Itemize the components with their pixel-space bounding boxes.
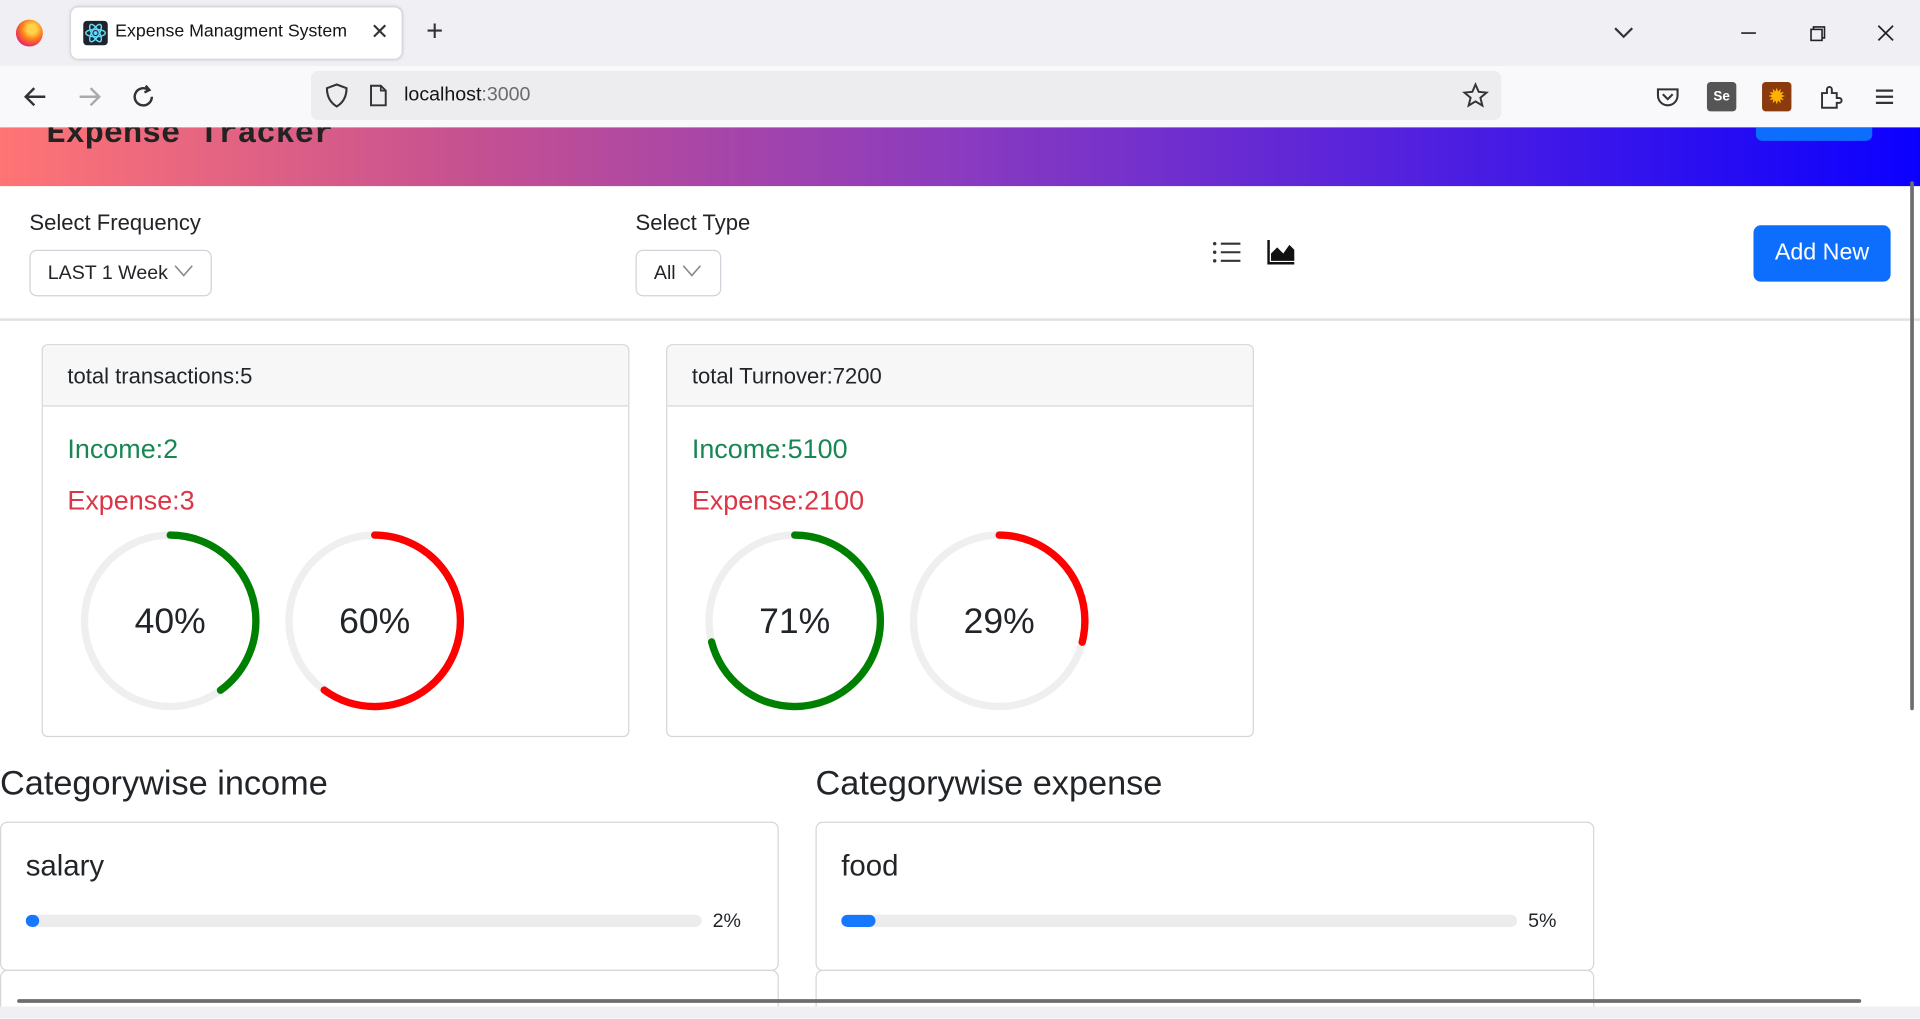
transactions-income: Income:2	[67, 433, 179, 465]
add-new-button[interactable]: Add New	[1753, 225, 1891, 282]
frequency-label: Select Frequency	[29, 210, 201, 236]
transactions-total: total transactions:5	[67, 363, 253, 389]
expense-category-card: food 5%	[815, 821, 1595, 972]
tab-close-icon[interactable]: ✕	[367, 18, 391, 45]
page-content: Expense Tracker Select Frequency LAST 1 …	[0, 127, 1920, 1019]
app-header: Expense Tracker	[0, 127, 1920, 187]
categorywise-income-title: Categorywise income	[0, 764, 328, 803]
extensions-puzzle-icon[interactable]	[1816, 82, 1845, 111]
browser-tab[interactable]: Expense Managment System ✕	[71, 7, 402, 59]
sun-extension-icon[interactable]: ✹	[1762, 82, 1792, 112]
area-chart-icon[interactable]	[1266, 238, 1298, 267]
reload-icon[interactable]	[127, 81, 159, 113]
url-text[interactable]: localhost:3000	[404, 84, 530, 106]
transactions-income-ring: 40%	[80, 531, 260, 711]
category-progress-bar	[841, 914, 1518, 927]
tab-list-chevron-icon[interactable]	[1609, 20, 1638, 47]
new-tab-icon[interactable]: +	[419, 17, 451, 49]
category-percent: 5%	[1528, 911, 1557, 932]
turnover-expense-percent: 29%	[964, 601, 1035, 641]
forward-arrow-icon[interactable]	[73, 81, 105, 113]
chevron-down-icon	[681, 261, 703, 281]
address-bar[interactable]: localhost:3000	[311, 71, 1502, 121]
turnover-summary-card: total Turnover:7200 Income:5100 Expense:…	[666, 344, 1254, 738]
menu-hamburger-icon[interactable]	[1870, 82, 1899, 111]
type-select-value: All	[653, 263, 676, 285]
browser-tabstrip: Expense Managment System ✕ +	[0, 0, 1920, 67]
minimize-icon[interactable]	[1733, 17, 1765, 49]
progress-fill	[25, 914, 40, 927]
list-icon[interactable]	[1211, 238, 1243, 267]
chevron-down-icon	[173, 261, 195, 281]
progress-fill	[841, 914, 876, 927]
filters-bar: Select Frequency LAST 1 Week Select Type…	[0, 186, 1920, 321]
transactions-summary-card: total transactions:5 Income:2 Expense:3 …	[41, 344, 630, 738]
turnover-income-ring: 71%	[705, 531, 885, 711]
transactions-expense-ring: 60%	[285, 531, 465, 711]
back-arrow-icon[interactable]	[20, 81, 52, 113]
browser-bottom-strip	[0, 1006, 1920, 1019]
app-title: Expense Tracker	[46, 127, 334, 152]
category-name: food	[841, 849, 899, 883]
tab-title: Expense Managment System	[115, 22, 348, 42]
turnover-expense: Expense:2100	[691, 484, 865, 516]
turnover-income-percent: 71%	[759, 601, 830, 641]
bookmark-star-icon[interactable]	[1462, 82, 1489, 109]
transactions-expense: Expense:3	[67, 484, 195, 516]
card-header: total transactions:5	[42, 345, 629, 407]
categorywise-expense-title: Categorywise expense	[815, 764, 1163, 803]
vertical-scrollbar[interactable]	[1910, 181, 1914, 711]
url-port: :3000	[481, 84, 531, 106]
frequency-select-value: LAST 1 Week	[47, 263, 168, 285]
turnover-expense-ring: 29%	[909, 531, 1089, 711]
restore-icon[interactable]	[1801, 17, 1833, 49]
type-label: Select Type	[635, 210, 751, 236]
category-percent: 2%	[712, 911, 741, 932]
frequency-select[interactable]: LAST 1 Week	[29, 249, 212, 297]
header-user-button[interactable]	[1755, 127, 1873, 141]
category-progress-bar	[25, 914, 702, 927]
tracking-shield-icon[interactable]	[323, 82, 350, 109]
transactions-income-percent: 40%	[135, 601, 206, 641]
react-favicon-icon	[83, 20, 108, 46]
url-host: localhost	[404, 84, 482, 106]
card-header: total Turnover:7200	[667, 345, 1253, 407]
selenium-extension-icon[interactable]: Se	[1706, 82, 1737, 112]
turnover-income: Income:5100	[691, 433, 848, 465]
close-window-icon[interactable]	[1870, 17, 1902, 49]
horizontal-scrollbar[interactable]	[17, 999, 1862, 1003]
transactions-expense-percent: 60%	[339, 601, 410, 641]
turnover-total: total Turnover:7200	[691, 363, 882, 389]
income-category-card: salary 2%	[0, 821, 779, 972]
page-info-icon[interactable]	[367, 83, 389, 107]
browser-navbar: localhost:3000 Se ✹	[0, 66, 1920, 128]
pocket-icon[interactable]	[1653, 82, 1682, 111]
firefox-logo-icon[interactable]	[15, 19, 43, 47]
category-name: salary	[25, 849, 105, 883]
type-select[interactable]: All	[635, 249, 722, 297]
